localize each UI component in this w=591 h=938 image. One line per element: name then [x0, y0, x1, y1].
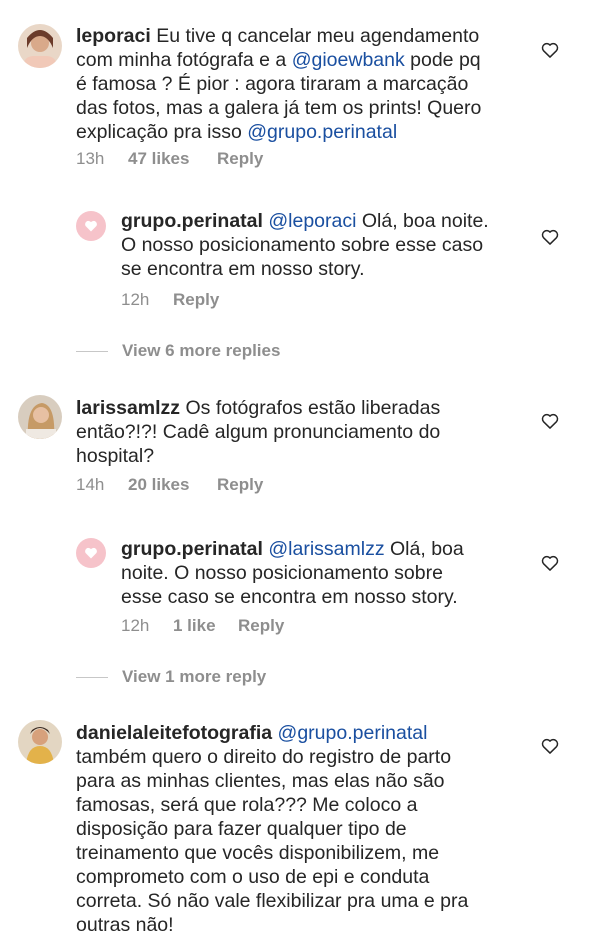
text-line: O nosso posicionamento sobre esse caso [121, 233, 489, 257]
text-segment: outras não! [76, 914, 174, 936]
username[interactable]: danielaleitefotografia [76, 722, 278, 744]
text-segment: então?!?! Cadê algum pronunciamento do [76, 421, 441, 443]
text-line: danielaleitefotografia @grupo.perinatal [76, 721, 468, 745]
text-segment: esse caso se encontra em nosso story. [121, 586, 458, 608]
heart-logo-icon [85, 547, 97, 559]
text-line: é famosa ? É pior : agora tiraram a marc… [76, 72, 481, 96]
comment-text: leporaci Eu tive q cancelar meu agendame… [76, 24, 481, 144]
text-segment: é famosa ? É pior : agora tiraram a marc… [76, 73, 469, 95]
text-line: das fotos, mas a galera já tem os prints… [76, 96, 481, 120]
likes-count[interactable]: 47 likes [128, 149, 217, 169]
text-segment: Eu tive q cancelar meu agendamento [156, 25, 480, 47]
view-more-label: View 6 more replies [122, 341, 281, 360]
text-line: treinamento que vocês disponibilizem, me [76, 841, 468, 865]
reply-button[interactable]: Reply [173, 290, 219, 310]
avatar[interactable] [76, 538, 106, 568]
text-segment: disposição para fazer qualquer tipo de [76, 818, 407, 840]
likes-count[interactable]: 20 likes [128, 475, 217, 495]
text-line: larissamlzz Os fotógrafos estão liberada… [76, 396, 440, 420]
text-line: esse caso se encontra em nosso story. [121, 585, 464, 609]
reply-button[interactable]: Reply [217, 149, 263, 169]
mention-link[interactable]: @grupo.perinatal [247, 121, 397, 143]
text-segment: treinamento que vocês disponibilizem, me [76, 842, 440, 864]
text-segment: das fotos, mas a galera já tem os prints… [76, 97, 482, 119]
text-segment: Olá, boa [384, 538, 464, 560]
avatar[interactable] [18, 395, 62, 439]
heart-icon[interactable] [540, 553, 560, 573]
text-line: noite. O nosso posicionamento sobre [121, 561, 464, 585]
text-segment: com minha fotógrafa e a [76, 49, 292, 71]
text-line: se encontra em nosso story. [121, 257, 489, 281]
mention-link[interactable]: @grupo.perinatal [278, 722, 428, 744]
text-line: também quero o direito do registro de pa… [76, 745, 468, 769]
text-segment: hospital? [76, 445, 155, 467]
divider [76, 350, 108, 352]
avatar[interactable] [76, 211, 106, 241]
text-line: hospital? [76, 444, 440, 468]
text-line: grupo.perinatal @larissamlzz Olá, boa [121, 537, 464, 561]
text-segment: O nosso posicionamento sobre esse caso [121, 234, 484, 256]
text-line: para as minhas clientes, mas elas não sã… [76, 769, 468, 793]
view-more-replies[interactable]: View 1 more reply [76, 667, 266, 687]
text-segment: explicação pra isso [76, 121, 248, 143]
avatar[interactable] [18, 720, 62, 764]
view-more-label: View 1 more reply [122, 667, 267, 686]
text-segment: correta. Só não vale flexibilizar pra um… [76, 890, 469, 912]
reply-meta: 12h 1 like Reply [121, 616, 284, 636]
text-segment: Olá, boa noite. [356, 210, 489, 232]
text-line: com minha fotógrafa e a @gioewbank pode … [76, 48, 481, 72]
comment-time: 12h [121, 616, 150, 635]
text-line: comprometo com o uso de epi e conduta [76, 865, 468, 889]
text-segment: Os fotógrafos estão liberadas [185, 397, 441, 419]
heart-icon[interactable] [540, 411, 560, 431]
text-segment: pode pq [404, 49, 481, 71]
reply-meta: 12h Reply [121, 290, 219, 310]
heart-icon[interactable] [540, 736, 560, 756]
comment-meta: 14h 20 likes Reply [76, 475, 263, 495]
mention-link[interactable]: @leporaci [268, 210, 356, 232]
text-line: grupo.perinatal @leporaci Olá, boa noite… [121, 209, 489, 233]
text-line: correta. Só não vale flexibilizar pra um… [76, 889, 468, 913]
reply-text: grupo.perinatal @larissamlzz Olá, boa noi… [121, 537, 464, 609]
username[interactable]: leporaci [76, 25, 156, 47]
text-segment: também quero o direito do registro de pa… [76, 746, 452, 768]
heart-logo-icon [85, 220, 97, 232]
heart-icon[interactable] [540, 40, 560, 60]
reply-button[interactable]: Reply [217, 475, 263, 495]
heart-icon[interactable] [540, 227, 560, 247]
mention-link[interactable]: @larissamlzz [268, 538, 384, 560]
comment-time: 14h [76, 475, 105, 494]
text-segment: para as minhas clientes, mas elas não sã… [76, 770, 445, 792]
comment-text: larissamlzz Os fotógrafos estão liberada… [76, 396, 440, 468]
avatar[interactable] [18, 24, 62, 68]
text-line: disposição para fazer qualquer tipo de [76, 817, 468, 841]
text-line: famosas, será que rola??? Me coloco a [76, 793, 468, 817]
comment-meta: 13h 47 likes Reply [76, 149, 263, 169]
comment-text: danielaleitefotografia @grupo.perinatal t… [76, 721, 468, 937]
reply-text: grupo.perinatal @leporaci Olá, boa noite… [121, 209, 489, 281]
mention-link[interactable]: @gioewbank [292, 49, 405, 71]
text-line: então?!?! Cadê algum pronunciamento do [76, 420, 440, 444]
comment-time: 12h [121, 290, 150, 309]
likes-count[interactable]: 1 like [173, 616, 238, 636]
text-line: leporaci Eu tive q cancelar meu agendame… [76, 24, 481, 48]
username[interactable]: larissamlzz [76, 397, 185, 419]
reply-button[interactable]: Reply [238, 616, 284, 636]
username[interactable]: grupo.perinatal [121, 538, 268, 560]
divider [76, 676, 108, 678]
text-segment: se encontra em nosso story. [121, 258, 365, 280]
text-line: outras não! [76, 913, 468, 937]
comment-time: 13h [76, 149, 105, 168]
text-segment: comprometo com o uso de epi e conduta [76, 866, 430, 888]
text-segment: famosas, será que rola??? Me coloco a [76, 794, 418, 816]
text-line: explicação pra isso @grupo.perinatal [76, 120, 481, 144]
text-segment: noite. O nosso posicionamento sobre [121, 562, 443, 584]
username[interactable]: grupo.perinatal [121, 210, 268, 232]
view-more-replies[interactable]: View 6 more replies [76, 341, 280, 361]
